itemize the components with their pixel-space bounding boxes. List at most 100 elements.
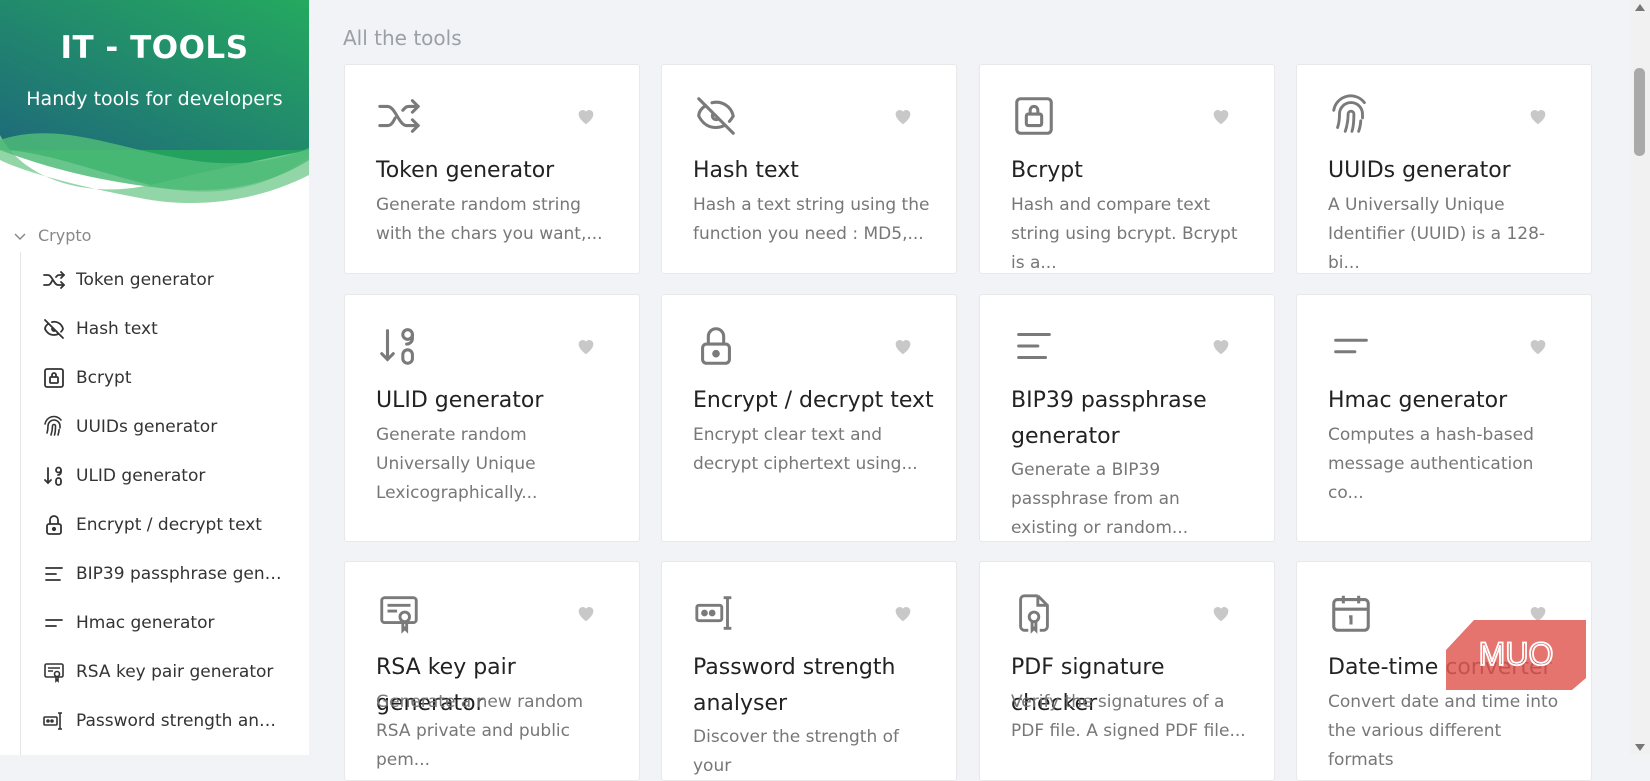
- card-description: Verify the signatures of a PDF file. A s…: [1011, 692, 1246, 741]
- lock-icon: [701, 327, 731, 365]
- sidebar-item-encrypt-decrypt[interactable]: Encrypt / decrypt text: [42, 500, 302, 549]
- shuffle-icon: [43, 270, 65, 289]
- card-title: ULID generator: [376, 388, 544, 413]
- sidebar-item-bcrypt[interactable]: Bcrypt: [42, 353, 302, 402]
- section-title: All the tools: [343, 26, 462, 50]
- tool-card-rsa-key-pair[interactable]: RSA key pair generator Generate a new ra…: [344, 561, 640, 781]
- sidebar-item-label: RSA key pair generator: [76, 661, 274, 682]
- heart-icon[interactable]: [1210, 335, 1232, 357]
- tool-card-bip39[interactable]: BIP39 passphrase generator Generate a BI…: [979, 294, 1275, 542]
- page-scrollbar[interactable]: [1630, 0, 1650, 755]
- sidebar-item-token-generator[interactable]: Token generator: [42, 255, 302, 304]
- menu-group-crypto[interactable]: Crypto: [12, 226, 91, 245]
- card-description: Encrypt clear text and decrypt ciphertex…: [693, 425, 918, 474]
- sidebar-item-bip39[interactable]: BIP39 passphrase generator: [42, 549, 302, 598]
- calendar-icon: [1332, 595, 1370, 632]
- sidebar-item-label: Hash text: [76, 318, 158, 339]
- sidebar-menu: Token generator Hash text Bcrypt UUIDs g…: [42, 255, 302, 745]
- shuffle-icon: [378, 99, 420, 133]
- sidebar-item-uuids-generator[interactable]: UUIDs generator: [42, 402, 302, 451]
- sidebar-item-hmac-generator[interactable]: Hmac generator: [42, 598, 302, 647]
- main-content: All the tools Token generator Generate r…: [309, 0, 1630, 781]
- tool-card-hmac-generator[interactable]: Hmac generator Computes a hash-based mes…: [1296, 294, 1592, 542]
- sidebar: IT - TOOLS Handy tools for developers Cr…: [0, 0, 309, 755]
- card-description: Convert date and time into the various d…: [1328, 692, 1559, 770]
- sort-numeric-icon: [380, 328, 414, 365]
- sidebar-item-label: Bcrypt: [76, 367, 132, 388]
- heart-icon[interactable]: [1210, 105, 1232, 127]
- align-left-icon: [1017, 332, 1051, 360]
- card-description: Discover the strength of your: [693, 727, 900, 776]
- card-description: Generate a new random RSA private and pu…: [376, 692, 584, 770]
- heart-icon[interactable]: [575, 602, 597, 624]
- sidebar-item-label: Hmac generator: [76, 612, 215, 633]
- scroll-up-arrow-icon[interactable]: [1635, 4, 1645, 11]
- password-icon: [43, 711, 62, 730]
- card-title: Token generator: [376, 158, 555, 183]
- certificate-icon: [380, 596, 418, 634]
- sidebar-item-label: Password strength analyser: [76, 710, 286, 731]
- card-title: Password strength analyser: [693, 655, 896, 716]
- card-title: BIP39 passphrase generator: [1011, 388, 1207, 449]
- lock-square-icon: [44, 367, 64, 388]
- app-title[interactable]: IT - TOOLS: [0, 30, 309, 66]
- certificate-icon: [44, 662, 64, 683]
- tool-card-password-strength[interactable]: Password strength analyser Discover the …: [661, 561, 957, 781]
- short-text-icon: [1334, 338, 1368, 354]
- card-description: Generate a BIP39 passphrase from an exis…: [1011, 460, 1189, 538]
- sidebar-item-ulid-generator[interactable]: ULID generator: [42, 451, 302, 500]
- heart-icon[interactable]: [1210, 602, 1232, 624]
- sidebar-item-label: ULID generator: [76, 465, 206, 486]
- tool-card-uuids-generator[interactable]: UUIDs generator A Universally Unique Ide…: [1296, 64, 1592, 274]
- sidebar-item-label: Encrypt / decrypt text: [76, 514, 262, 535]
- short-text-icon: [45, 618, 63, 627]
- app-subtitle: Handy tools for developers: [26, 88, 283, 110]
- heart-icon[interactable]: [892, 602, 914, 624]
- card-title: Encrypt / decrypt text: [693, 388, 934, 413]
- chevron-down-icon: [14, 232, 26, 240]
- scrollbar-thumb[interactable]: [1634, 68, 1645, 156]
- heart-icon[interactable]: [1527, 335, 1549, 357]
- heart-icon[interactable]: [575, 335, 597, 357]
- heart-icon[interactable]: [892, 335, 914, 357]
- card-description: Computes a hash-based message authentica…: [1328, 425, 1534, 503]
- watermark-text: MUO: [1479, 636, 1554, 672]
- lock-square-icon: [1015, 97, 1053, 135]
- card-description: A Universally Unique Identifier (UUID) i…: [1328, 195, 1546, 273]
- menu-group-label: Crypto: [38, 226, 92, 245]
- fingerprint-icon: [44, 415, 62, 436]
- password-icon: [695, 596, 732, 630]
- heart-icon[interactable]: [575, 105, 597, 127]
- menu-group-divider: [20, 252, 21, 755]
- card-title: UUIDs generator: [1328, 158, 1511, 183]
- sidebar-item-password-strength[interactable]: Password strength analyser: [42, 696, 302, 745]
- card-title: Hash text: [693, 158, 799, 183]
- sidebar-item-label: BIP39 passphrase generator: [76, 563, 286, 584]
- eye-off-icon: [697, 97, 735, 135]
- tool-card-ulid-generator[interactable]: ULID generator Generate random Universal…: [344, 294, 640, 542]
- tool-card-encrypt-decrypt[interactable]: Encrypt / decrypt text Encrypt clear tex…: [661, 294, 957, 542]
- lock-icon: [46, 514, 62, 535]
- heart-icon[interactable]: [1527, 105, 1549, 127]
- tool-card-bcrypt[interactable]: Bcrypt Hash and compare text string usin…: [979, 64, 1275, 274]
- scroll-down-arrow-icon[interactable]: [1635, 744, 1645, 751]
- sidebar-item-label: Token generator: [76, 269, 214, 290]
- sidebar-hero: IT - TOOLS Handy tools for developers: [0, 0, 309, 205]
- tool-card-hash-text[interactable]: Hash text Hash a text string using the f…: [661, 64, 957, 274]
- file-certificate-icon: [1019, 594, 1049, 634]
- sidebar-item-hash-text[interactable]: Hash text: [42, 304, 302, 353]
- align-left-icon: [45, 566, 63, 581]
- card-title: Bcrypt: [1011, 158, 1083, 183]
- sort-numeric-icon: [44, 466, 62, 486]
- sidebar-item-rsa-key-pair[interactable]: RSA key pair generator: [42, 647, 302, 696]
- tool-card-pdf-signature-checker[interactable]: PDF signature checker Verify the signatu…: [979, 561, 1275, 781]
- eye-off-icon: [44, 318, 64, 339]
- card-description: Generate random Universally Unique Lexic…: [376, 425, 538, 503]
- card-description: Hash and compare text string using bcryp…: [1011, 195, 1238, 273]
- muo-watermark-logo: MUO: [1446, 620, 1586, 690]
- card-description: Generate random string with the chars yo…: [376, 195, 603, 244]
- heart-icon[interactable]: [892, 105, 914, 127]
- sidebar-item-label: UUIDs generator: [76, 416, 218, 437]
- card-title: Hmac generator: [1328, 388, 1508, 413]
- tool-card-token-generator[interactable]: Token generator Generate random string w…: [344, 64, 640, 274]
